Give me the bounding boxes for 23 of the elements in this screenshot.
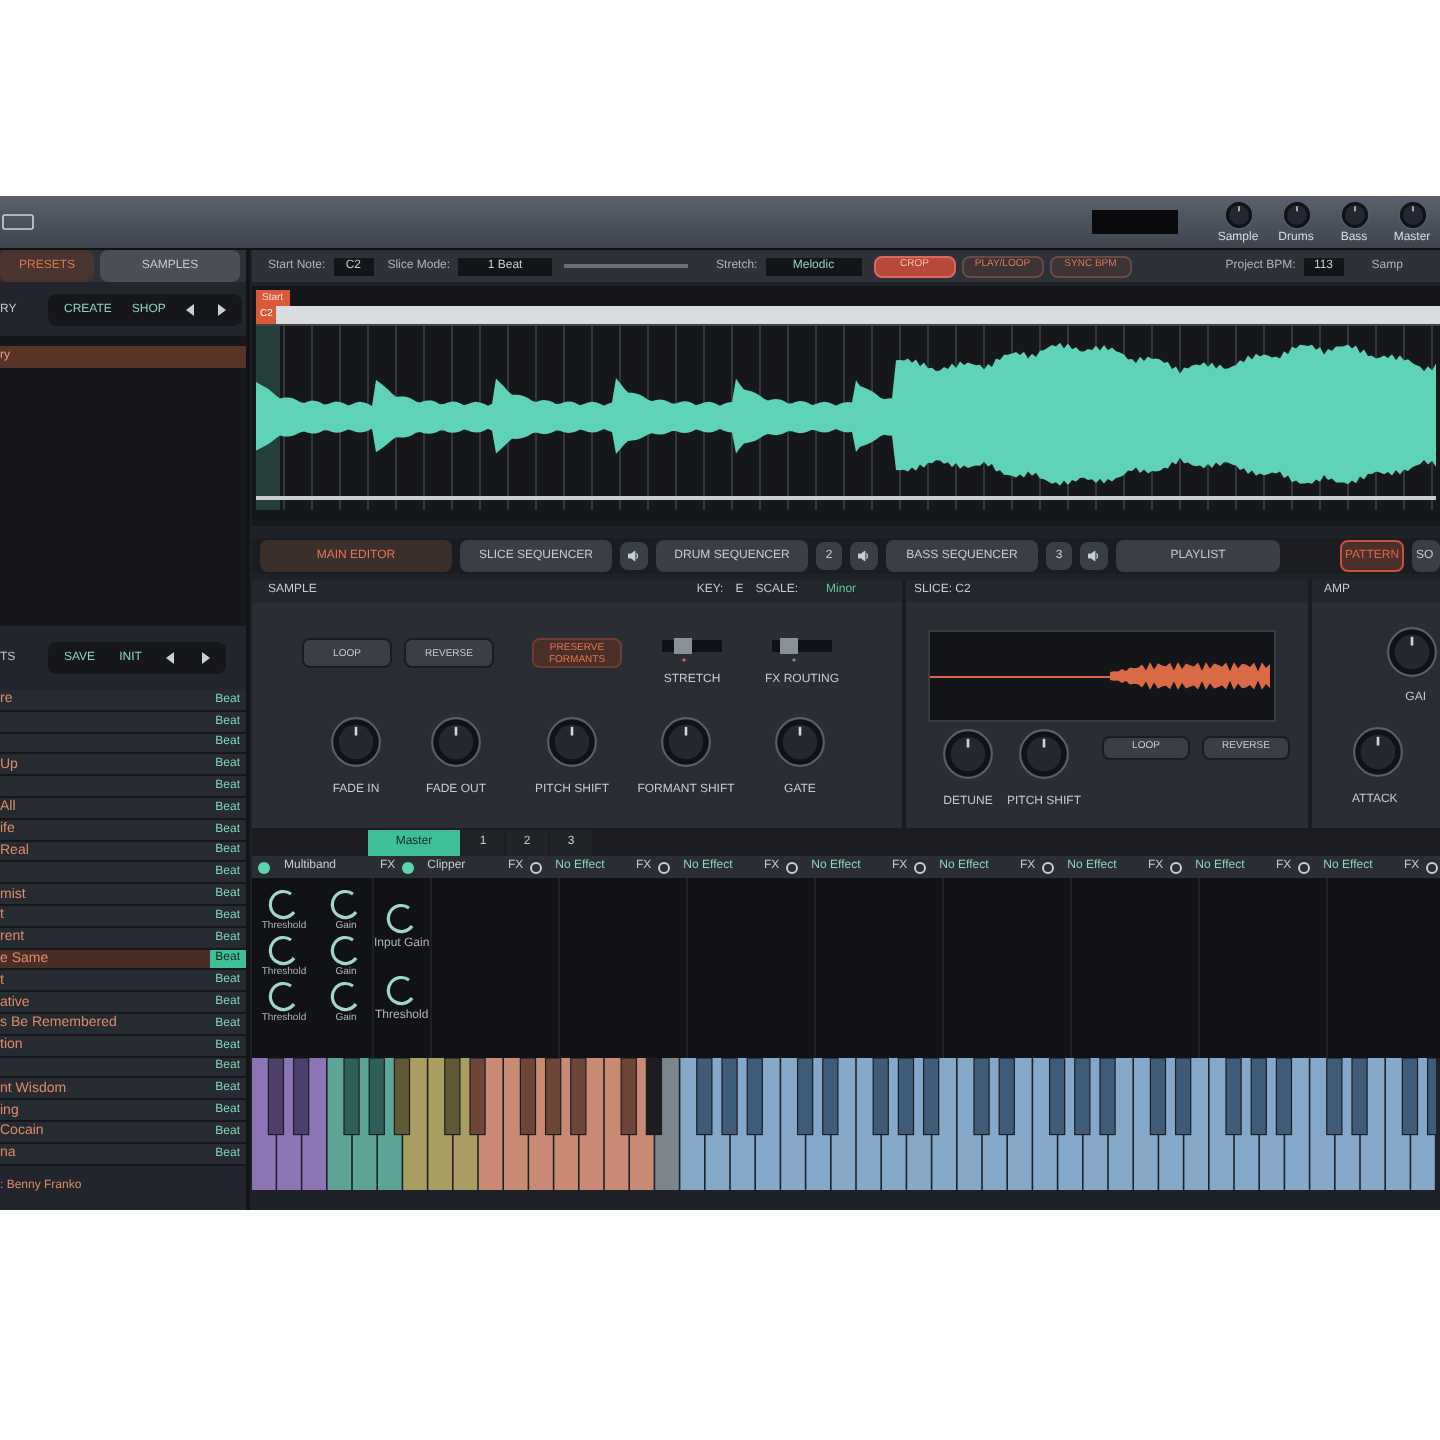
speaker-button[interactable] xyxy=(850,542,878,570)
knob-icon[interactable] xyxy=(330,934,362,966)
knob-icon[interactable] xyxy=(268,980,300,1012)
speaker-icon xyxy=(1088,550,1100,562)
speaker-icon xyxy=(858,550,870,562)
switch-icon[interactable] xyxy=(772,638,832,662)
speaker-button[interactable] xyxy=(620,542,648,570)
left-arrow-icon[interactable] xyxy=(185,304,196,316)
right-arrow-icon[interactable] xyxy=(199,652,210,664)
knob-icon[interactable] xyxy=(268,934,300,966)
right-arrow-icon[interactable] xyxy=(215,304,226,316)
knob-icon[interactable] xyxy=(268,888,300,920)
piano-keyboard-drawing[interactable] xyxy=(252,1058,1436,1190)
knob-icon[interactable] xyxy=(330,980,362,1012)
display-screen xyxy=(1092,210,1178,234)
knob-icon[interactable] xyxy=(385,902,418,934)
knob-icon[interactable] xyxy=(385,974,418,1006)
speaker-button[interactable] xyxy=(1080,542,1108,570)
speaker-icon xyxy=(628,550,640,562)
knob-icon[interactable] xyxy=(330,888,362,920)
switch-icon[interactable] xyxy=(662,638,722,662)
left-arrow-icon[interactable] xyxy=(165,652,176,664)
logo-icon xyxy=(2,214,34,230)
